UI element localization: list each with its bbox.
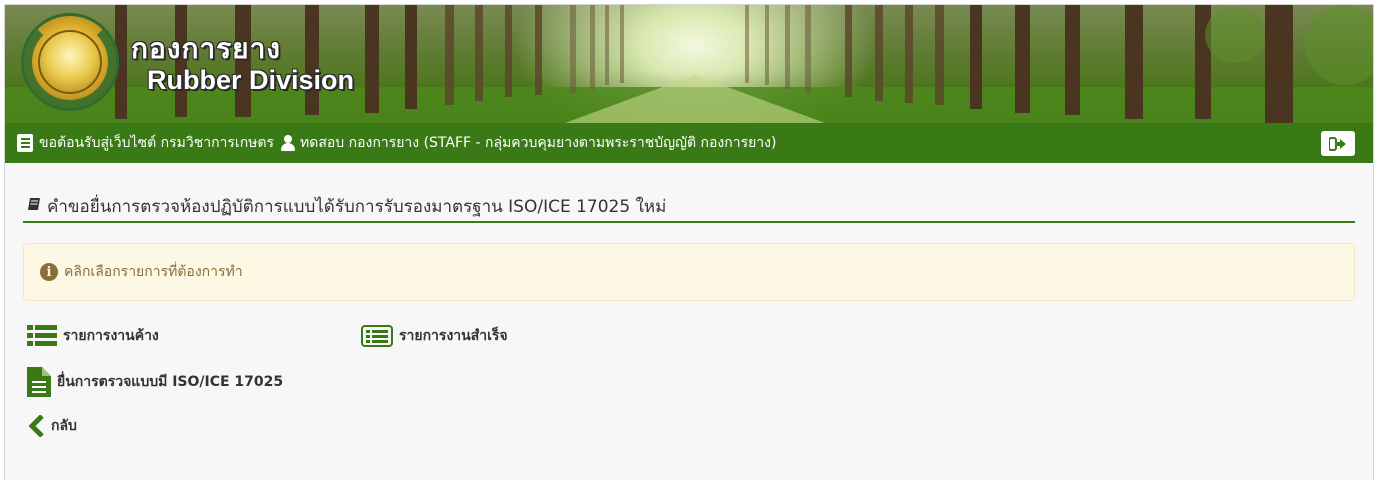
main-content: คำขอยื่นการตรวจห้องปฏิบัติการแบบได้รับกา… <box>5 193 1373 451</box>
book-icon <box>28 198 40 210</box>
header-banner: กองการยาง Rubber Division <box>5 5 1373 123</box>
sign-out-icon <box>1329 136 1346 151</box>
brand-english-name: Rubber Division <box>147 65 355 95</box>
submit-inspection-label: ยื่นการตรวจแบบมี ISO/ICE 17025 <box>57 374 284 390</box>
department-seal-logo <box>21 13 119 111</box>
back-link[interactable]: กลับ <box>29 415 77 437</box>
chevron-left-icon <box>29 415 44 437</box>
menu-list-icon[interactable] <box>17 134 33 152</box>
pending-tasks-link[interactable]: รายการงานค้าง <box>27 325 159 347</box>
alert-text: คลิกเลือกรายการที่ต้องการทำ <box>64 264 243 280</box>
list-icon <box>27 325 57 346</box>
user-icon <box>280 135 296 151</box>
back-label: กลับ <box>51 418 77 434</box>
info-circle-icon: i <box>40 263 58 281</box>
list-alt-icon <box>361 325 393 347</box>
pending-tasks-label: รายการงานค้าง <box>63 328 159 344</box>
file-text-icon <box>27 367 51 397</box>
completed-tasks-link[interactable]: รายการงานสำเร็จ <box>361 325 508 347</box>
action-links: รายการงานค้าง รายการงานสำเร็จ ยื่นการตรว… <box>23 301 1355 451</box>
page-title-text: คำขอยื่นการตรวจห้องปฏิบัติการแบบได้รับกา… <box>47 197 667 217</box>
welcome-text: ขอต้อนรับสู่เว็บไซต์ กรมวิชาการเกษตร <box>39 135 275 151</box>
top-nav-bar: ขอต้อนรับสู่เว็บไซต์ กรมวิชาการเกษตร ทดส… <box>5 123 1373 163</box>
page-title: คำขอยื่นการตรวจห้องปฏิบัติการแบบได้รับกา… <box>23 193 1355 223</box>
logout-button[interactable] <box>1321 131 1355 156</box>
page-frame: กองการยาง Rubber Division ขอต้อนรับสู่เว… <box>4 4 1374 480</box>
user-name-text: ทดสอบ กองการยาง (STAFF - กลุ่มควบคุมยางต… <box>300 135 777 151</box>
info-alert: i คลิกเลือกรายการที่ต้องการทำ <box>23 243 1355 301</box>
brand-thai-name: กองการยาง <box>131 32 281 65</box>
submit-inspection-link[interactable]: ยื่นการตรวจแบบมี ISO/ICE 17025 <box>27 367 283 397</box>
completed-tasks-label: รายการงานสำเร็จ <box>399 328 508 344</box>
